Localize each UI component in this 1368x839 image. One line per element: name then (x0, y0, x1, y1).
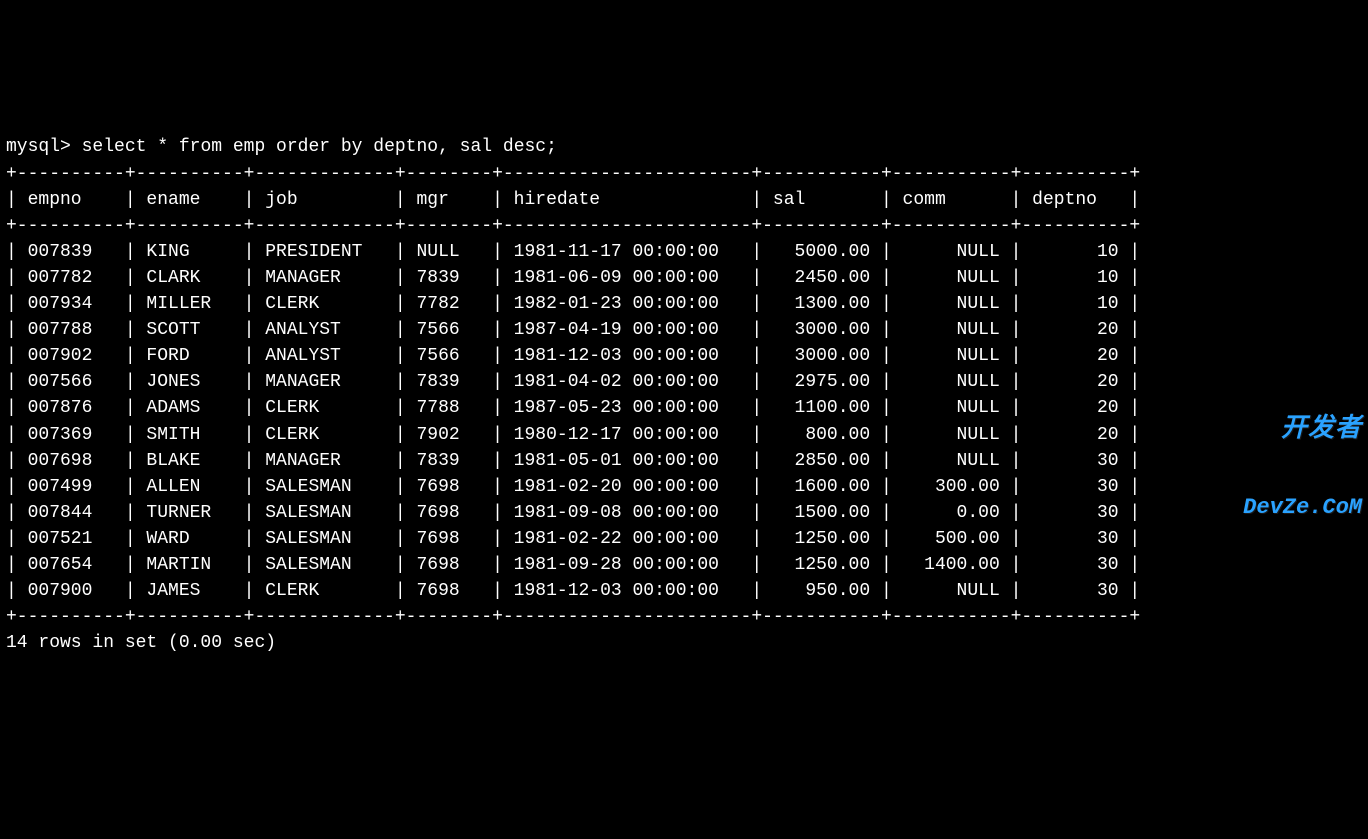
sql-query[interactable]: select * from emp order by deptno, sal d… (82, 137, 557, 157)
result-footer: 14 rows in set (0.00 sec) (6, 633, 276, 653)
terminal-output: mysql> select * from emp order by deptno… (6, 108, 1362, 656)
table-body: | 007839 | KING | PRESIDENT | NULL | 198… (6, 242, 1140, 601)
table-header-row: | empno | ename | job | mgr | hiredate |… (6, 190, 1140, 210)
sql-prompt: mysql> (6, 137, 82, 157)
table-border-mid: +----------+----------+-------------+---… (6, 216, 1140, 236)
table-border-top: +----------+----------+-------------+---… (6, 164, 1140, 184)
table-border-bot: +----------+----------+-------------+---… (6, 607, 1140, 627)
